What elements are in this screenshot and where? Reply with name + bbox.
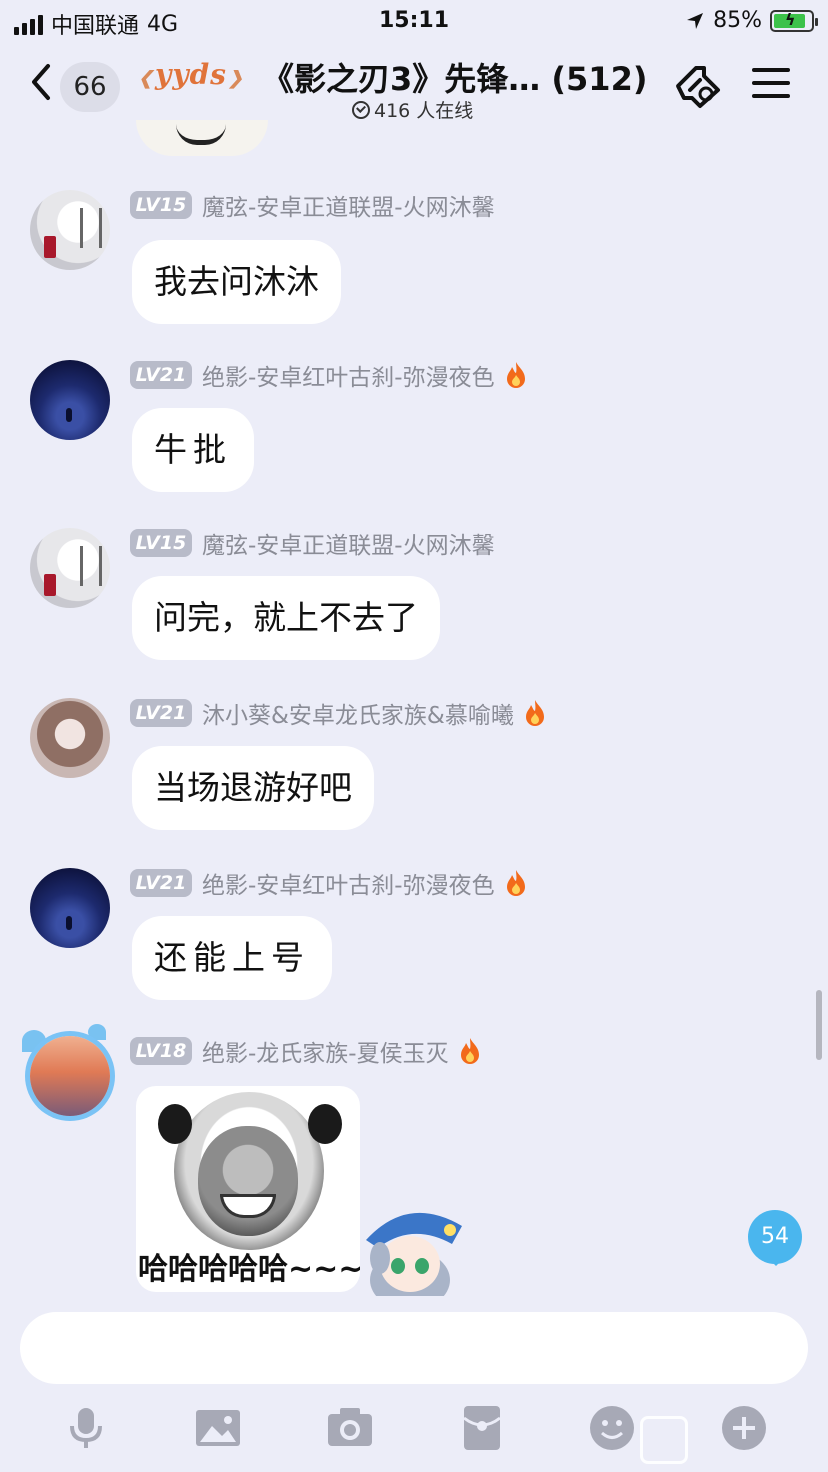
message-bubble[interactable]: 牛批 xyxy=(132,408,254,492)
avatar[interactable] xyxy=(30,360,110,440)
online-status-icon xyxy=(352,100,370,119)
sticker-message[interactable]: 哈哈哈哈哈~~~ xyxy=(136,1086,360,1292)
message-meta: LV21 绝影-安卓红叶古刹-弥漫夜色 xyxy=(130,866,527,900)
battery-icon: ϟ xyxy=(770,9,818,32)
avatar[interactable] xyxy=(30,698,110,778)
emoji-icon[interactable] xyxy=(588,1404,636,1452)
status-right: 85% ϟ xyxy=(685,8,818,33)
input-bar xyxy=(0,1296,828,1472)
group-badge-label: yyds xyxy=(155,58,227,91)
back-arrow-icon[interactable] xyxy=(28,62,54,102)
fire-icon xyxy=(459,1037,481,1065)
level-badge: LV21 xyxy=(130,699,192,727)
avatar[interactable] xyxy=(30,868,110,948)
panda-ear xyxy=(308,1104,342,1144)
group-level-badge: ❮ yyds ❯ xyxy=(138,58,243,94)
online-count-label: 416 人在线 xyxy=(374,100,474,122)
red-packet-icon[interactable] xyxy=(458,1404,506,1452)
unread-count-badge[interactable]: 66 xyxy=(60,62,120,112)
mascot-character-image[interactable] xyxy=(358,1200,468,1296)
sender-name[interactable]: 沐小葵&安卓龙氏家族&慕喻曦 xyxy=(202,696,514,730)
message-bubble[interactable]: 我去问沐沐 xyxy=(132,240,341,324)
chat-header: 66 ❮ yyds ❯ 《影之刃3》先锋… (512) 416 人在线 xyxy=(0,44,828,128)
laughing-face xyxy=(198,1126,298,1236)
group-title[interactable]: 《影之刃3》先锋… (512) xyxy=(262,54,647,100)
image-icon[interactable] xyxy=(194,1404,242,1452)
status-bar: 中国联通 4G 15:11 85% ϟ xyxy=(0,0,828,44)
share-icon[interactable] xyxy=(670,60,726,112)
message-bubble[interactable]: 当场退游好吧 xyxy=(132,746,374,830)
charging-icon: ϟ xyxy=(785,9,796,29)
message-meta: LV15 魔弦-安卓正道联盟-火网沐馨 xyxy=(130,526,495,560)
avatar[interactable] xyxy=(30,1036,110,1116)
level-badge: LV15 xyxy=(130,191,192,219)
avatar-frame-decoration xyxy=(88,1024,106,1040)
microphone-icon[interactable] xyxy=(62,1404,110,1452)
sender-name[interactable]: 绝影-龙氏家族-夏侯玉灭 xyxy=(202,1034,449,1068)
message-bubble[interactable]: 还能上号 xyxy=(132,916,332,1000)
scrollbar[interactable] xyxy=(816,990,822,1060)
message-meta: LV21 沐小葵&安卓龙氏家族&慕喻曦 xyxy=(130,696,546,730)
fire-icon xyxy=(505,869,527,897)
location-icon xyxy=(687,12,704,29)
previous-sticker[interactable] xyxy=(136,120,268,156)
panda-ear xyxy=(158,1104,192,1144)
new-message-badge[interactable]: 54 xyxy=(748,1210,802,1266)
avatar[interactable] xyxy=(30,190,110,270)
message-bubble[interactable]: 问完，就上不去了 xyxy=(132,576,440,660)
sender-name[interactable]: 绝影-安卓红叶古刹-弥漫夜色 xyxy=(202,866,495,900)
sender-name[interactable]: 绝影-安卓红叶古刹-弥漫夜色 xyxy=(202,358,495,392)
fire-icon xyxy=(524,699,546,727)
message-meta: LV21 绝影-安卓红叶古刹-弥漫夜色 xyxy=(130,358,527,392)
watermark-logo xyxy=(640,1416,688,1464)
level-badge: LV21 xyxy=(130,869,192,897)
plus-icon[interactable] xyxy=(720,1404,768,1452)
message-meta: LV18 绝影-龙氏家族-夏侯玉灭 xyxy=(130,1034,481,1068)
camera-icon[interactable] xyxy=(326,1404,374,1452)
sender-name[interactable]: 魔弦-安卓正道联盟-火网沐馨 xyxy=(202,526,495,560)
menu-icon[interactable] xyxy=(752,68,790,102)
wing-left-icon: ❮ xyxy=(138,68,155,89)
battery-percent: 85% xyxy=(713,8,762,33)
sticker-caption: 哈哈哈哈哈~~~ xyxy=(138,1252,360,1287)
fire-icon xyxy=(505,361,527,389)
level-badge: LV21 xyxy=(130,361,192,389)
online-count: 416 人在线 xyxy=(352,96,473,123)
wing-right-icon: ❯ xyxy=(227,68,244,89)
avatar[interactable] xyxy=(30,528,110,608)
level-badge: LV15 xyxy=(130,529,192,557)
sender-name[interactable]: 魔弦-安卓正道联盟-火网沐馨 xyxy=(202,188,495,222)
message-input[interactable] xyxy=(20,1312,808,1384)
message-meta: LV15 魔弦-安卓正道联盟-火网沐馨 xyxy=(130,188,495,222)
level-badge: LV18 xyxy=(130,1037,192,1065)
